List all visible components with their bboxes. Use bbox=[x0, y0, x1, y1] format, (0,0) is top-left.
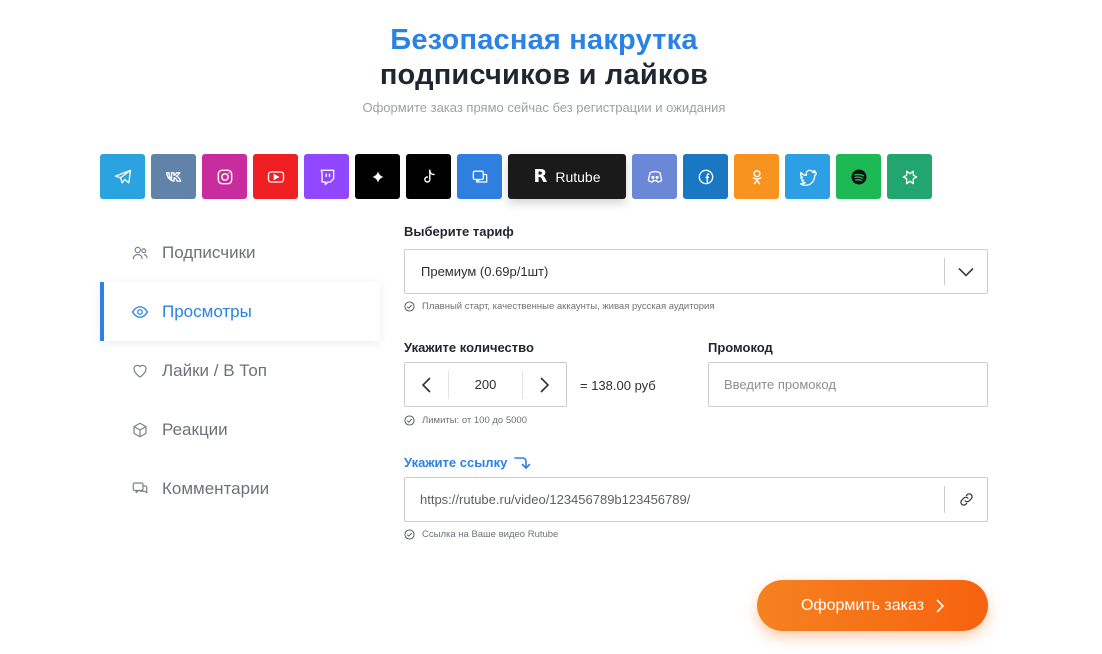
sidebar-item-reactions[interactable]: Реакции bbox=[100, 400, 380, 459]
sidebar-item-label: Комментарии bbox=[162, 478, 270, 498]
platform-twitter-button[interactable] bbox=[785, 154, 830, 199]
quantity-increase-button[interactable] bbox=[523, 363, 566, 406]
sidebar-item-label: Лайки / В Топ bbox=[162, 360, 267, 380]
hero-title-line2: подписчиков и лайков bbox=[379, 59, 709, 91]
link-label-text: Укажите ссылку bbox=[404, 454, 508, 470]
hero: Безопасная накрутка подписчиков и лайков… bbox=[0, 22, 1088, 115]
hero-title-line1: Безопасная накрутка bbox=[390, 24, 698, 56]
platform-discord-button[interactable] bbox=[632, 154, 677, 199]
telegram-icon bbox=[114, 169, 131, 183]
sidebar-item-subscribers[interactable]: Подписчики bbox=[100, 223, 380, 282]
cube-icon bbox=[130, 420, 150, 440]
platform-vk-button[interactable] bbox=[151, 154, 196, 199]
order-total: = 138.00 руб bbox=[580, 378, 656, 393]
submit-order-label: Оформить заказ bbox=[800, 596, 925, 614]
platform-instagram-button[interactable] bbox=[202, 154, 247, 199]
platform-telegram-button[interactable] bbox=[100, 154, 145, 199]
discord-icon bbox=[647, 170, 662, 183]
check-circle-icon bbox=[404, 415, 415, 426]
vk-icon bbox=[165, 171, 181, 182]
quantity-stepper[interactable]: 200 bbox=[404, 362, 567, 407]
quantity-promo-row: Укажите количество 200 = 138.00 руб Пром… bbox=[404, 340, 988, 430]
order-form: Выберите тариф Премиум (0.69р/1шт) Плавн… bbox=[404, 224, 988, 540]
heart-icon bbox=[130, 361, 150, 381]
link-input[interactable]: https://rutube.ru/video/123456789b123456… bbox=[404, 477, 988, 522]
chevron-down-icon[interactable] bbox=[944, 258, 987, 285]
likee-icon bbox=[902, 170, 917, 184]
facebook-icon bbox=[698, 169, 713, 184]
link-value: https://rutube.ru/video/123456789b123456… bbox=[420, 492, 691, 507]
spotify-icon bbox=[851, 169, 866, 184]
sidebar-item-label: Просмотры bbox=[162, 301, 252, 321]
ok-icon bbox=[752, 169, 761, 184]
sparkle-icon bbox=[371, 170, 384, 183]
promo-label: Промокод bbox=[708, 340, 773, 355]
link-label: Укажите ссылку bbox=[404, 454, 531, 470]
platform-rutube-button[interactable]: R Rutube bbox=[508, 154, 626, 199]
quantity-value[interactable]: 200 bbox=[448, 370, 523, 399]
tariff-label: Выберите тариф bbox=[404, 224, 514, 239]
link-icon bbox=[944, 486, 987, 513]
eye-icon bbox=[130, 302, 150, 322]
arrow-down-right-icon bbox=[514, 457, 531, 469]
promo-input[interactable]: Введите промокод bbox=[708, 362, 988, 407]
chat-icon bbox=[472, 170, 487, 183]
sidebar-item-label: Реакции bbox=[162, 419, 228, 439]
platform-twitch-button[interactable] bbox=[304, 154, 349, 199]
platform-odnoklassniki-button[interactable] bbox=[734, 154, 779, 199]
check-circle-icon bbox=[404, 301, 415, 312]
twitch-icon bbox=[320, 169, 334, 185]
tariff-select[interactable]: Премиум (0.69р/1шт) bbox=[404, 249, 988, 294]
sidebar-item-label: Подписчики bbox=[162, 242, 256, 262]
tariff-hint: Плавный старт, качественные аккаунты, жи… bbox=[404, 301, 988, 312]
platform-rutube-label: Rutube bbox=[555, 168, 601, 185]
twitter-icon bbox=[799, 169, 817, 186]
platform-likee-button[interactable] bbox=[887, 154, 932, 199]
sidebar-item-views[interactable]: Просмотры bbox=[100, 282, 380, 341]
check-circle-icon bbox=[404, 529, 415, 540]
platform-facebook-button[interactable] bbox=[683, 154, 728, 199]
promo-placeholder: Введите промокод bbox=[724, 377, 836, 392]
platform-spotify-button[interactable] bbox=[836, 154, 881, 199]
submit-order-button[interactable]: Оформить заказ bbox=[757, 580, 988, 631]
hero-subtitle: Оформите заказ прямо сейчас без регистра… bbox=[362, 100, 726, 115]
link-hint-text: Ссылка на Ваше видео Rutube bbox=[422, 529, 559, 540]
tariff-hint-text: Плавный старт, качественные аккаунты, жи… bbox=[422, 301, 715, 312]
quantity-hint: Лимиты: от 100 до 5000 bbox=[404, 415, 527, 426]
comments-icon bbox=[130, 479, 150, 499]
platform-youtube-button[interactable] bbox=[253, 154, 298, 199]
tiktok-icon bbox=[423, 169, 435, 183]
platform-threads-button[interactable] bbox=[355, 154, 400, 199]
youtube-icon bbox=[267, 170, 284, 183]
platform-selector: R Rutube bbox=[100, 154, 932, 199]
quantity-decrease-button[interactable] bbox=[405, 363, 448, 406]
platform-tiktok-button[interactable] bbox=[406, 154, 451, 199]
platform-chat-button[interactable] bbox=[457, 154, 502, 199]
quantity-label: Укажите количество bbox=[404, 340, 534, 355]
quantity-hint-text: Лимиты: от 100 до 5000 bbox=[422, 415, 527, 426]
tariff-selected-value: Премиум (0.69р/1шт) bbox=[421, 264, 549, 279]
chevron-right-icon bbox=[540, 376, 549, 393]
chevron-left-icon bbox=[422, 376, 431, 393]
service-sidebar: Подписчики Просмотры Лайки / В Топ Реакц… bbox=[100, 223, 380, 518]
chevron-right-icon bbox=[936, 598, 945, 613]
sidebar-item-likes[interactable]: Лайки / В Топ bbox=[100, 341, 380, 400]
sidebar-item-comments[interactable]: Комментарии bbox=[100, 459, 380, 518]
link-hint: Ссылка на Ваше видео Rutube bbox=[404, 529, 558, 540]
instagram-icon bbox=[217, 169, 232, 184]
rutube-icon: R bbox=[533, 166, 548, 187]
users-icon bbox=[130, 243, 150, 263]
